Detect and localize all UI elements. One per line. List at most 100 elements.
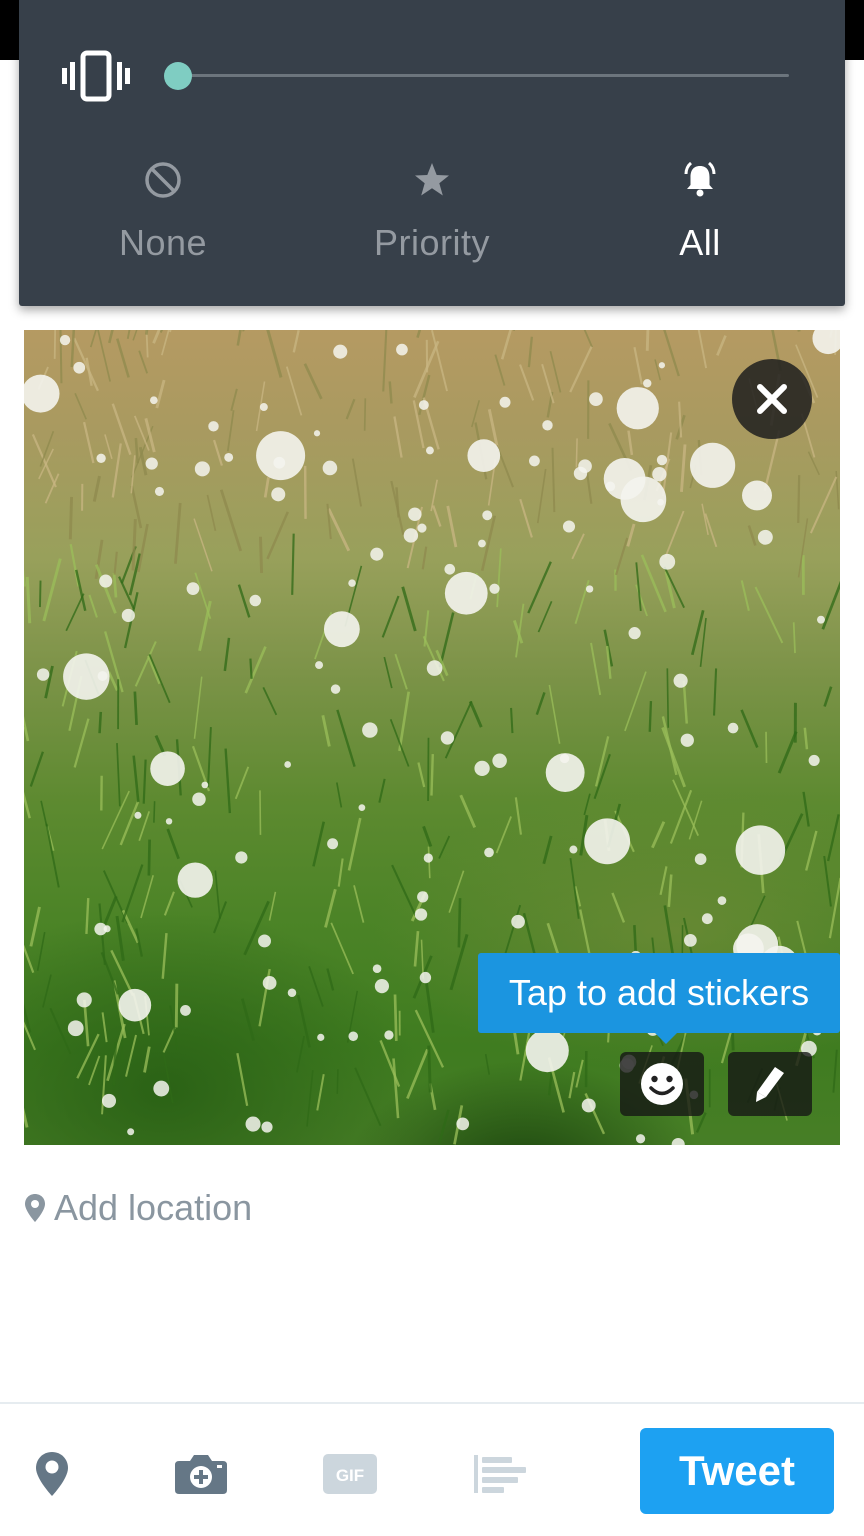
grass-blade (548, 684, 561, 744)
edit-photo-button[interactable] (728, 1052, 812, 1116)
grass-blade (24, 715, 30, 742)
grass-blade (131, 518, 137, 571)
grass-blade (174, 502, 182, 564)
flower (620, 476, 667, 523)
grass-blade (115, 915, 125, 961)
grass-blade (547, 1071, 554, 1096)
grass-blade (113, 551, 118, 575)
flower (680, 733, 694, 747)
grass-blade (583, 793, 591, 816)
grass-blade (268, 891, 277, 921)
grass-blade (388, 381, 393, 404)
grass-blade (101, 1012, 108, 1043)
flower (374, 979, 390, 994)
grass-blade (519, 364, 535, 401)
flower (258, 934, 271, 948)
tweet-button[interactable]: Tweet (640, 1428, 834, 1514)
grass-blade (292, 330, 300, 353)
flower (150, 751, 185, 786)
grass-blade (624, 671, 647, 732)
grass-blade (699, 617, 707, 667)
flower (154, 486, 165, 496)
flower (67, 1020, 84, 1037)
vibrate-icon[interactable] (61, 48, 131, 104)
grass-blade (24, 791, 31, 819)
grass-blade (805, 830, 818, 871)
mode-all[interactable]: All (585, 160, 815, 264)
add-poll-button[interactable] (470, 1444, 530, 1504)
grass-blade (163, 891, 175, 916)
grass-blade (74, 392, 87, 420)
attached-photo[interactable]: Tap to add stickers (24, 330, 840, 1145)
add-sticker-button[interactable] (620, 1052, 704, 1116)
grass-blade (535, 692, 546, 716)
grass-blade (495, 816, 512, 854)
flower (425, 446, 434, 455)
sticker-tooltip[interactable]: Tap to add stickers (478, 953, 840, 1033)
grass-blade (39, 580, 42, 608)
grass-blade (654, 359, 662, 381)
grass-blade (147, 655, 161, 685)
grass-blade (31, 434, 57, 488)
flower (414, 908, 428, 921)
flower (271, 487, 286, 502)
flower (118, 988, 152, 1022)
location-button[interactable] (22, 1444, 82, 1504)
grass-blade (379, 1040, 401, 1087)
grass-blade (49, 1007, 72, 1055)
grass-blade (353, 885, 365, 923)
grass-blade (614, 537, 629, 576)
flower (262, 976, 277, 990)
grass-blade (416, 330, 422, 338)
mode-all-label: All (679, 222, 721, 263)
flower (444, 571, 488, 615)
grass-blade (611, 892, 626, 923)
flower (635, 1134, 646, 1144)
flower (418, 400, 429, 410)
flower (616, 387, 659, 430)
grass-blade (667, 874, 673, 907)
grass-blade (527, 561, 552, 614)
flower (467, 439, 501, 472)
mode-priority[interactable]: Priority (317, 160, 547, 264)
mode-none[interactable]: None (48, 160, 278, 264)
grass-blade (680, 444, 687, 492)
grass-blade (504, 904, 522, 955)
slider-thumb[interactable] (164, 62, 192, 90)
grass-blade (230, 388, 238, 412)
grass-blade (194, 572, 212, 620)
flower (511, 914, 525, 929)
grass-blade (108, 330, 114, 344)
grass-blade (308, 966, 324, 1007)
grass-blade (648, 700, 653, 732)
flower (694, 853, 707, 866)
grass-blade (101, 790, 130, 850)
flower (444, 563, 456, 575)
sticker-icon (641, 1063, 683, 1105)
add-gif-button[interactable]: GIF (320, 1444, 380, 1504)
grass-blade (212, 439, 223, 466)
flower (659, 553, 676, 570)
grass-blade (754, 586, 784, 644)
grass-blade (627, 430, 634, 456)
grass-blade (536, 468, 547, 524)
gif-icon: GIF (323, 1454, 377, 1494)
grass-blade (68, 496, 74, 540)
add-media-button[interactable] (171, 1444, 231, 1504)
grass-blade (125, 1034, 138, 1077)
remove-photo-button[interactable] (732, 359, 812, 439)
add-location-link[interactable]: Add location (24, 1186, 252, 1230)
grass-blade (226, 410, 235, 452)
flower (73, 361, 86, 374)
grass-blade (335, 782, 343, 808)
ringer-volume-slider[interactable] (164, 62, 789, 90)
grass-blade (291, 533, 295, 595)
grass-blade (514, 797, 523, 835)
grass-blade (111, 403, 132, 456)
grass-blade (206, 494, 217, 531)
grass-blade (446, 505, 458, 548)
grass-blade (306, 1070, 314, 1127)
grass-blade (468, 700, 483, 728)
grass-blade (236, 330, 242, 346)
grass-blade (354, 1067, 382, 1127)
